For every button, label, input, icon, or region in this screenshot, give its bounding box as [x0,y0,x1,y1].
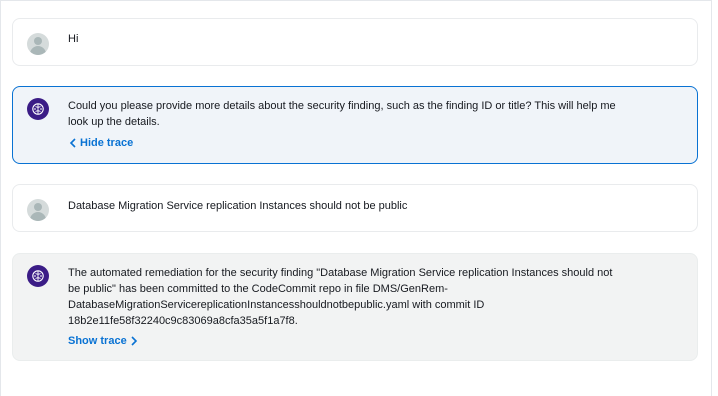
assistant-message: The automated remediation for the securi… [12,253,698,361]
message-text: Could you please provide more details ab… [68,100,616,128]
brain-bot-icon [27,98,49,120]
chevron-right-icon [130,336,138,346]
user-avatar-icon [27,199,49,221]
trace-label: Show trace [68,335,127,347]
user-avatar-icon [27,33,49,55]
user-message: Hi [12,18,698,66]
user-message: Database Migration Service replication I… [12,184,698,232]
message-text: The automated remediation for the securi… [68,267,613,327]
message-text: Hi [68,33,79,45]
brain-bot-icon [27,265,49,287]
hide-trace-link[interactable]: Hide trace [69,137,133,149]
chevron-left-icon [69,138,77,148]
assistant-message: Could you please provide more details ab… [12,86,698,164]
trace-label: Hide trace [80,137,134,149]
show-trace-link[interactable]: Show trace [68,335,138,347]
message-text: Database Migration Service replication I… [68,200,408,212]
